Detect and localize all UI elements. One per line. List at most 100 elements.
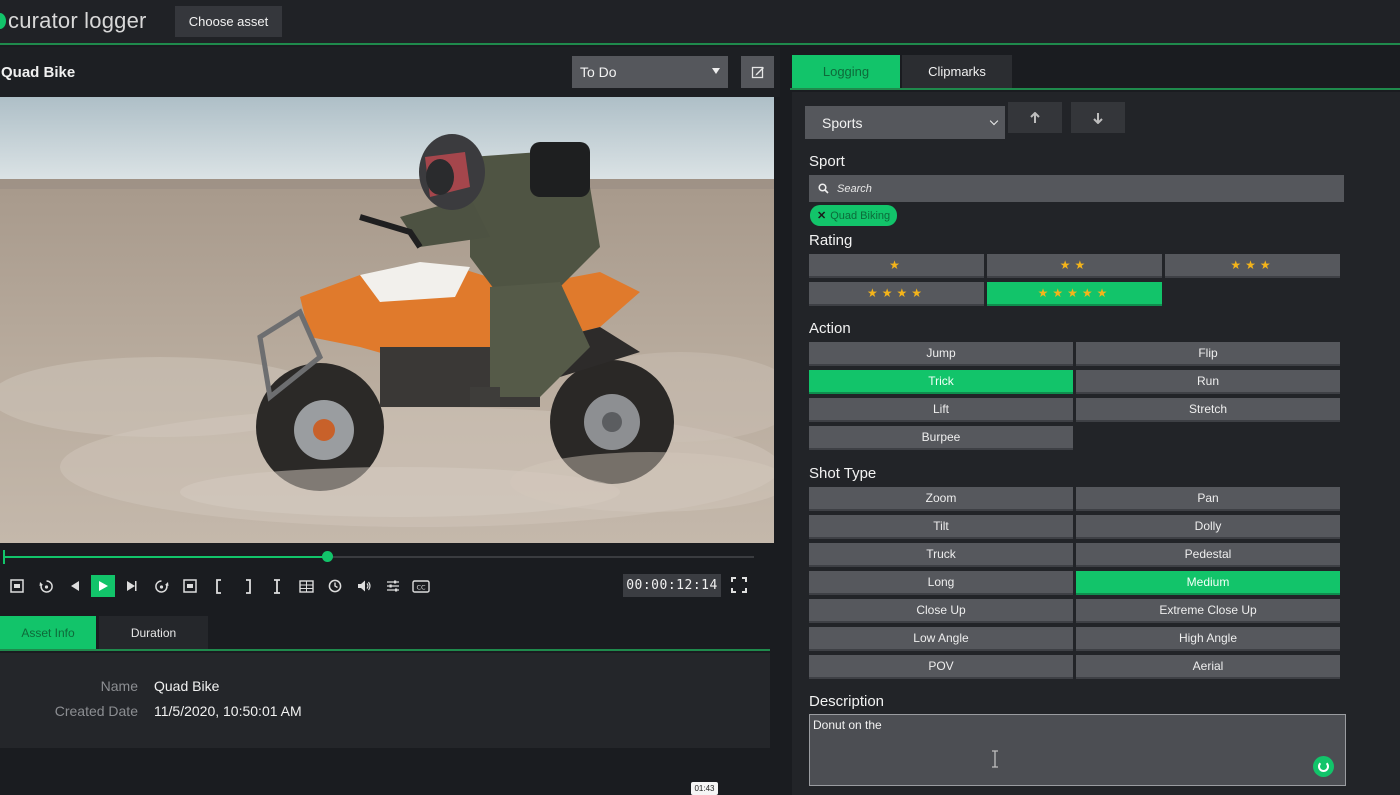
action-option[interactable]: Run [1076, 370, 1340, 394]
shot-type-option[interactable]: Extreme Close Up [1076, 599, 1340, 623]
clip-range-icon [274, 578, 280, 594]
timeline-playhead[interactable] [321, 551, 333, 562]
fullscreen-icon [731, 577, 747, 593]
shot-type-option[interactable]: Zoom [809, 487, 1073, 511]
action-option[interactable]: Jump [809, 342, 1073, 366]
shot-type-option[interactable]: POV [809, 655, 1073, 679]
sport-tag-label: Quad Biking [830, 209, 891, 222]
right-tabs: Logging Clipmarks [790, 55, 1400, 90]
action-option[interactable]: Stretch [1076, 398, 1340, 422]
section-label-description: Description [809, 693, 885, 710]
preset-value: Sports [822, 114, 863, 131]
clip-range-button[interactable] [266, 575, 288, 597]
info-row-name: Name Quad Bike [0, 678, 770, 696]
info-value: 11/5/2020, 10:50:01 AM [154, 703, 302, 719]
shot-type-option[interactable]: Medium [1076, 571, 1340, 595]
info-label: Name [100, 678, 138, 694]
grid-icon [298, 579, 314, 593]
play-button[interactable] [91, 575, 115, 597]
step-forward-icon [127, 581, 137, 591]
tab-asset-info[interactable]: Asset Info [0, 616, 96, 649]
step-forward-button[interactable] [120, 575, 142, 597]
go-to-end-button[interactable] [179, 575, 201, 597]
mark-out-icon [246, 578, 251, 594]
status-value: To Do [580, 64, 617, 80]
app-root: curator logger Choose asset Quad Bike To… [0, 0, 1400, 795]
search-placeholder: Search [837, 182, 872, 195]
sport-search-input[interactable]: Search [809, 175, 1344, 202]
section-label-sport: Sport [809, 153, 845, 170]
play-icon [99, 581, 108, 591]
video-frame-image [0, 97, 774, 543]
preset-select[interactable]: Sports [805, 106, 1005, 139]
sport-tag[interactable]: ✕ Quad Biking [810, 205, 898, 226]
rating-option[interactable]: ★★★★ [809, 282, 984, 306]
step-back-button[interactable] [64, 575, 86, 597]
edit-button[interactable] [741, 56, 774, 88]
arrow-down-icon [1093, 112, 1103, 124]
shot-type-option[interactable]: Truck [809, 543, 1073, 567]
svg-text:CC: CC [416, 583, 426, 591]
volume-icon [357, 580, 371, 592]
move-down-button[interactable] [1071, 102, 1125, 133]
section-label-rating: Rating [809, 232, 853, 249]
action-option[interactable]: Lift [809, 398, 1073, 422]
choose-asset-button[interactable]: Choose asset [175, 6, 282, 37]
asset-header: Quad Bike To Do [0, 47, 780, 97]
timeline-progress [4, 556, 327, 558]
tab-logging[interactable]: Logging [792, 55, 900, 88]
loading-spinner-icon [1313, 756, 1334, 777]
go-to-start-button[interactable] [6, 575, 28, 597]
fullscreen-button[interactable] [729, 575, 749, 595]
action-option[interactable]: Trick [809, 370, 1073, 394]
shot-type-option[interactable]: Dolly [1076, 515, 1340, 539]
settings-button[interactable] [382, 575, 404, 597]
description-textarea[interactable]: Donut on the [809, 714, 1346, 786]
settings-sliders-icon [387, 580, 399, 592]
star-icon: ★★★★★ [1037, 286, 1112, 300]
edit-icon [751, 66, 764, 79]
clock-button[interactable] [324, 575, 346, 597]
rating-option[interactable]: ★★★★★ [987, 282, 1162, 306]
rating-option[interactable]: ★★★ [1165, 254, 1340, 278]
mark-in-button[interactable] [208, 575, 230, 597]
shot-type-option[interactable]: High Angle [1076, 627, 1340, 651]
text-cursor-icon [990, 750, 1000, 768]
caret-down-icon [712, 68, 720, 74]
action-option[interactable]: Flip [1076, 342, 1340, 366]
section-label-action: Action [809, 320, 851, 337]
info-tabs: Asset Info Duration [0, 616, 770, 651]
logo-mark-icon [0, 13, 6, 29]
step-back-icon [71, 581, 79, 591]
rating-option[interactable]: ★★ [987, 254, 1162, 278]
shot-type-option[interactable]: Pedestal [1076, 543, 1340, 567]
arrow-up-icon [1030, 111, 1040, 123]
rating-option[interactable]: ★ [809, 254, 984, 278]
rewind-icon [39, 579, 53, 593]
info-value: Quad Bike [154, 678, 220, 694]
tab-clipmarks[interactable]: Clipmarks [902, 55, 1012, 88]
shot-type-option[interactable]: Pan [1076, 487, 1340, 511]
shot-type-option[interactable]: Close Up [809, 599, 1073, 623]
info-label: Created Date [54, 703, 138, 719]
shot-type-option[interactable]: Tilt [809, 515, 1073, 539]
forward-button[interactable] [150, 575, 172, 597]
tab-duration[interactable]: Duration [99, 616, 208, 649]
status-select[interactable]: To Do [572, 56, 728, 88]
mark-out-button[interactable] [237, 575, 259, 597]
remove-tag-icon[interactable]: ✕ [817, 209, 826, 222]
action-option[interactable]: Burpee [809, 426, 1073, 450]
shot-type-option[interactable]: Aerial [1076, 655, 1340, 679]
star-icon: ★★★ [1230, 258, 1275, 272]
shot-type-option[interactable]: Low Angle [809, 627, 1073, 651]
volume-button[interactable] [353, 575, 375, 597]
shot-type-option[interactable]: Long [809, 571, 1073, 595]
captions-button[interactable]: CC [410, 575, 432, 597]
grid-button[interactable] [295, 575, 317, 597]
video-player[interactable] [0, 97, 774, 543]
move-up-button[interactable] [1008, 102, 1062, 133]
star-icon: ★ [889, 258, 904, 272]
top-bar: curator logger Choose asset [0, 0, 1400, 45]
time-badge: 01:43 [691, 782, 718, 795]
rewind-button[interactable] [35, 575, 57, 597]
